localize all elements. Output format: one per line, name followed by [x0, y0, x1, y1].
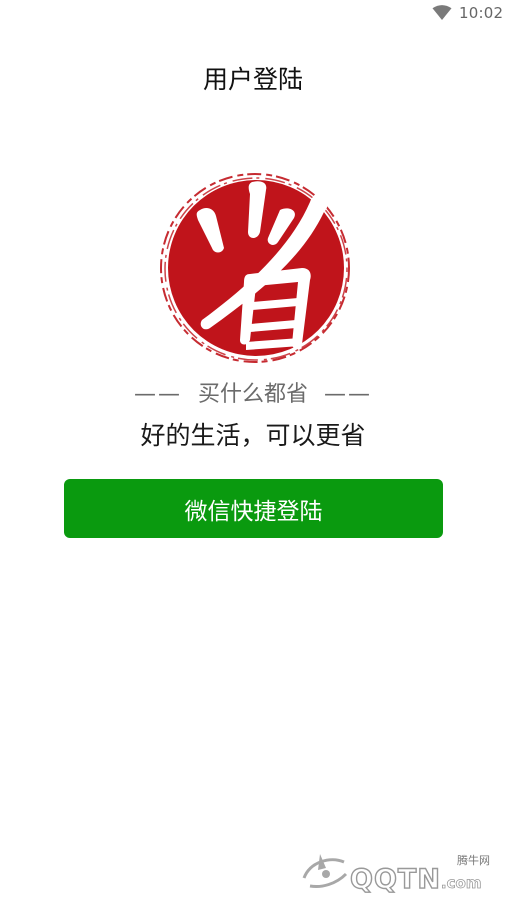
watermark-swirl-icon — [302, 854, 348, 888]
status-bar: 10:02 — [0, 0, 506, 28]
watermark: 腾牛网 QQTN.com — [296, 848, 502, 896]
watermark-logo-text: QQTN.com — [349, 863, 482, 895]
wechat-login-label: 微信快捷登陆 — [184, 498, 323, 525]
status-time: 10:02 — [459, 4, 504, 22]
tagline: —— 买什么都省 —— — [0, 376, 506, 408]
slogan: 好的生活，可以更省 — [140, 421, 366, 450]
watermark-domain: .com — [440, 874, 482, 893]
tagline-dash-right: —— — [324, 382, 372, 407]
page-title: 用户登陆 — [202, 65, 303, 94]
tagline-text: 买什么都省 — [197, 382, 308, 407]
tagline-dash-left: —— — [133, 382, 182, 407]
wechat-login-button[interactable]: 微信快捷登陆 — [64, 479, 443, 538]
watermark-brand: QQTN — [349, 863, 441, 895]
wifi-icon — [432, 5, 452, 20]
seal-logo — [160, 173, 350, 363]
